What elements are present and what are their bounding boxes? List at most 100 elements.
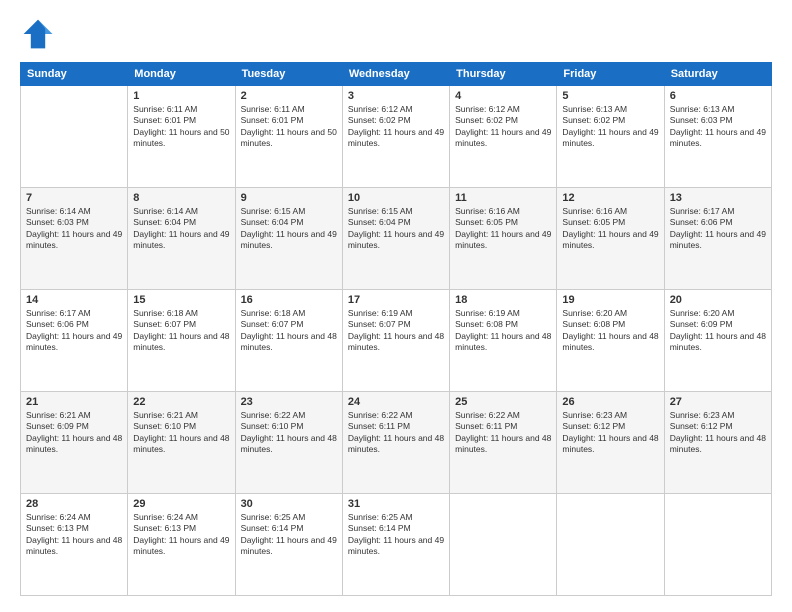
calendar-cell: 26Sunrise: 6:23 AMSunset: 6:12 PMDayligh… xyxy=(557,392,664,494)
calendar-cell: 23 Sunrise: 6:22 AMSunset: 6:10 PMDayligh… xyxy=(235,392,342,494)
day-info: Sunrise: 6:22 AMSunset: 6:11 PMDaylight:… xyxy=(348,410,444,456)
calendar-cell xyxy=(557,494,664,596)
calendar-cell: 5 Sunrise: 6:13 AMSunset: 6:02 PMDaylight… xyxy=(557,86,664,188)
day-info: Sunrise: 6:23 AMSunset: 6:12 PMDaylight:… xyxy=(562,410,658,456)
calendar-cell: 31 Sunrise: 6:25 AMSunset: 6:14 PMDayligh… xyxy=(342,494,449,596)
day-info: Sunrise: 6:25 AMSunset: 6:14 PMDaylight:… xyxy=(241,512,337,558)
day-info: Sunrise: 6:23 AMSunset: 6:12 PMDaylight:… xyxy=(670,410,766,456)
day-number: 31 xyxy=(348,498,444,510)
calendar-cell: 14Sunrise: 6:17 AMSunset: 6:06 PMDayligh… xyxy=(21,290,128,392)
day-info: Sunrise: 6:14 AMSunset: 6:03 PMDaylight:… xyxy=(26,206,122,252)
day-info: Sunrise: 6:12 AMSunset: 6:02 PMDaylight:… xyxy=(348,104,444,150)
day-number: 7 xyxy=(26,192,122,204)
day-info: Sunrise: 6:24 AMSunset: 6:13 PMDaylight:… xyxy=(133,512,229,558)
calendar-cell: 18 Sunrise: 6:19 AMSunset: 6:08 PMDayligh… xyxy=(450,290,557,392)
col-header-sunday: Sunday xyxy=(21,63,128,86)
calendar-cell: 7 Sunrise: 6:14 AMSunset: 6:03 PMDaylight… xyxy=(21,188,128,290)
day-info: Sunrise: 6:16 AMSunset: 6:05 PMDaylight:… xyxy=(562,206,658,252)
day-number: 23 xyxy=(241,396,337,408)
day-number: 17 xyxy=(348,294,444,306)
day-number: 28 xyxy=(26,498,122,510)
calendar-week-row: 28 Sunrise: 6:24 AMSunset: 6:13 PMDayligh… xyxy=(21,494,772,596)
calendar-week-row: 21 Sunrise: 6:21 AMSunset: 6:09 PMDayligh… xyxy=(21,392,772,494)
calendar-cell: 1 Sunrise: 6:11 AMSunset: 6:01 PMDaylight… xyxy=(128,86,235,188)
day-number: 25 xyxy=(455,396,551,408)
col-header-tuesday: Tuesday xyxy=(235,63,342,86)
day-info: Sunrise: 6:17 AMSunset: 6:06 PMDaylight:… xyxy=(670,206,766,252)
day-info: Sunrise: 6:11 AMSunset: 6:01 PMDaylight:… xyxy=(133,104,229,150)
calendar-cell: 9Sunrise: 6:15 AMSunset: 6:04 PMDaylight… xyxy=(235,188,342,290)
day-number: 20 xyxy=(670,294,766,306)
day-number: 22 xyxy=(133,396,229,408)
day-number: 14 xyxy=(26,294,122,306)
calendar-cell: 8 Sunrise: 6:14 AMSunset: 6:04 PMDaylight… xyxy=(128,188,235,290)
col-header-monday: Monday xyxy=(128,63,235,86)
day-number: 15 xyxy=(133,294,229,306)
calendar-cell: 21 Sunrise: 6:21 AMSunset: 6:09 PMDayligh… xyxy=(21,392,128,494)
day-info: Sunrise: 6:19 AMSunset: 6:07 PMDaylight:… xyxy=(348,308,444,354)
day-info: Sunrise: 6:19 AMSunset: 6:08 PMDaylight:… xyxy=(455,308,551,354)
day-info: Sunrise: 6:21 AMSunset: 6:10 PMDaylight:… xyxy=(133,410,229,456)
calendar-cell: 20 Sunrise: 6:20 AMSunset: 6:09 PMDayligh… xyxy=(664,290,771,392)
calendar-cell: 30 Sunrise: 6:25 AMSunset: 6:14 PMDayligh… xyxy=(235,494,342,596)
calendar-week-row: 1 Sunrise: 6:11 AMSunset: 6:01 PMDaylight… xyxy=(21,86,772,188)
day-number: 6 xyxy=(670,90,766,102)
calendar-cell: 17 Sunrise: 6:19 AMSunset: 6:07 PMDayligh… xyxy=(342,290,449,392)
col-header-friday: Friday xyxy=(557,63,664,86)
day-number: 4 xyxy=(455,90,551,102)
col-header-wednesday: Wednesday xyxy=(342,63,449,86)
day-number: 5 xyxy=(562,90,658,102)
calendar-cell: 6 Sunrise: 6:13 AMSunset: 6:03 PMDaylight… xyxy=(664,86,771,188)
day-info: Sunrise: 6:25 AMSunset: 6:14 PMDaylight:… xyxy=(348,512,444,558)
day-info: Sunrise: 6:11 AMSunset: 6:01 PMDaylight:… xyxy=(241,104,337,150)
calendar-cell: 12 Sunrise: 6:16 AMSunset: 6:05 PMDayligh… xyxy=(557,188,664,290)
day-number: 11 xyxy=(455,192,551,204)
day-number: 8 xyxy=(133,192,229,204)
calendar-cell: 10Sunrise: 6:15 AMSunset: 6:04 PMDayligh… xyxy=(342,188,449,290)
calendar-cell: 29Sunrise: 6:24 AMSunset: 6:13 PMDayligh… xyxy=(128,494,235,596)
day-info: Sunrise: 6:18 AMSunset: 6:07 PMDaylight:… xyxy=(241,308,337,354)
day-info: Sunrise: 6:14 AMSunset: 6:04 PMDaylight:… xyxy=(133,206,229,252)
day-number: 12 xyxy=(562,192,658,204)
day-info: Sunrise: 6:12 AMSunset: 6:02 PMDaylight:… xyxy=(455,104,551,150)
col-header-thursday: Thursday xyxy=(450,63,557,86)
day-info: Sunrise: 6:16 AMSunset: 6:05 PMDaylight:… xyxy=(455,206,551,252)
day-number: 21 xyxy=(26,396,122,408)
day-number: 16 xyxy=(241,294,337,306)
day-number: 30 xyxy=(241,498,337,510)
day-number: 2 xyxy=(241,90,337,102)
calendar-week-row: 7 Sunrise: 6:14 AMSunset: 6:03 PMDaylight… xyxy=(21,188,772,290)
day-info: Sunrise: 6:20 AMSunset: 6:09 PMDaylight:… xyxy=(670,308,766,354)
calendar-cell: 2 Sunrise: 6:11 AMSunset: 6:01 PMDaylight… xyxy=(235,86,342,188)
calendar-cell: 19Sunrise: 6:20 AMSunset: 6:08 PMDayligh… xyxy=(557,290,664,392)
day-info: Sunrise: 6:21 AMSunset: 6:09 PMDaylight:… xyxy=(26,410,122,456)
logo xyxy=(20,16,60,52)
day-number: 10 xyxy=(348,192,444,204)
calendar-cell: 11 Sunrise: 6:16 AMSunset: 6:05 PMDayligh… xyxy=(450,188,557,290)
calendar-cell: 25 Sunrise: 6:22 AMSunset: 6:11 PMDayligh… xyxy=(450,392,557,494)
day-info: Sunrise: 6:13 AMSunset: 6:02 PMDaylight:… xyxy=(562,104,658,150)
calendar-header-row: SundayMondayTuesdayWednesdayThursdayFrid… xyxy=(21,63,772,86)
day-info: Sunrise: 6:22 AMSunset: 6:11 PMDaylight:… xyxy=(455,410,551,456)
calendar-cell: 13Sunrise: 6:17 AMSunset: 6:06 PMDayligh… xyxy=(664,188,771,290)
day-number: 24 xyxy=(348,396,444,408)
calendar-cell: 24 Sunrise: 6:22 AMSunset: 6:11 PMDayligh… xyxy=(342,392,449,494)
calendar-cell xyxy=(664,494,771,596)
day-info: Sunrise: 6:13 AMSunset: 6:03 PMDaylight:… xyxy=(670,104,766,150)
day-number: 18 xyxy=(455,294,551,306)
calendar-table: SundayMondayTuesdayWednesdayThursdayFrid… xyxy=(20,62,772,596)
day-number: 27 xyxy=(670,396,766,408)
day-info: Sunrise: 6:15 AMSunset: 6:04 PMDaylight:… xyxy=(241,206,337,252)
calendar-cell: 27 Sunrise: 6:23 AMSunset: 6:12 PMDayligh… xyxy=(664,392,771,494)
calendar-cell: 4 Sunrise: 6:12 AMSunset: 6:02 PMDaylight… xyxy=(450,86,557,188)
day-number: 1 xyxy=(133,90,229,102)
calendar-cell xyxy=(450,494,557,596)
day-info: Sunrise: 6:24 AMSunset: 6:13 PMDaylight:… xyxy=(26,512,122,558)
logo-icon xyxy=(20,16,56,52)
calendar-cell: 22 Sunrise: 6:21 AMSunset: 6:10 PMDayligh… xyxy=(128,392,235,494)
day-info: Sunrise: 6:18 AMSunset: 6:07 PMDaylight:… xyxy=(133,308,229,354)
col-header-saturday: Saturday xyxy=(664,63,771,86)
calendar-cell: 16 Sunrise: 6:18 AMSunset: 6:07 PMDayligh… xyxy=(235,290,342,392)
day-info: Sunrise: 6:22 AMSunset: 6:10 PMDaylight:… xyxy=(241,410,337,456)
day-number: 19 xyxy=(562,294,658,306)
